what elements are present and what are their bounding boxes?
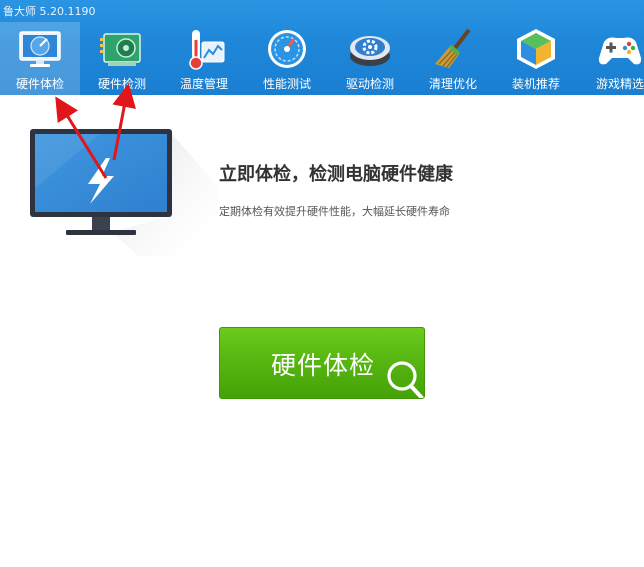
nav-label: 性能测试	[262, 77, 311, 91]
gamepad-icon	[596, 26, 644, 72]
nav-label: 硬件检测	[97, 77, 146, 91]
hero-subline: 定期体检有效提升硬件性能，大幅延长硬件寿命	[219, 205, 450, 218]
monitor-illustration	[28, 126, 218, 256]
nav-label: 游戏精选	[595, 77, 644, 91]
top-navigation-bar: 鲁大师 5.20.1190 硬件体检 硬件检测 温度管理 性能测试 驱动检测 清…	[0, 0, 644, 95]
nav-label: 温度管理	[179, 77, 228, 91]
circuit-board-icon	[98, 26, 146, 72]
nav-label: 驱动检测	[345, 77, 394, 91]
nav-label: 硬件体检	[15, 77, 64, 91]
nav-cleanup-optimize[interactable]: 清理优化	[413, 22, 493, 95]
monitor-scan-icon	[16, 26, 64, 72]
nav-game-picks[interactable]: 游戏精选	[580, 22, 644, 95]
nav-hardware-detection[interactable]: 硬件检测	[82, 22, 162, 95]
nav-build-recommend[interactable]: 装机推荐	[496, 22, 576, 95]
thermometer-icon	[180, 26, 228, 72]
broom-icon	[429, 26, 477, 72]
nav-driver-detection[interactable]: 驱动检测	[330, 22, 410, 95]
nav-temperature[interactable]: 温度管理	[164, 22, 244, 95]
magnifier-icon	[384, 358, 424, 398]
cube-icon	[512, 26, 560, 72]
driver-gear-icon	[346, 26, 394, 72]
app-title: 鲁大师 5.20.1190	[3, 5, 96, 18]
nav-label: 清理优化	[428, 77, 477, 91]
start-checkup-button[interactable]: 硬件体检	[219, 327, 425, 399]
hero-headline: 立即体检，检测电脑硬件健康	[219, 164, 453, 185]
nav-label: 装机推荐	[511, 77, 560, 91]
speedometer-icon	[263, 26, 311, 72]
nav-hardware-checkup[interactable]: 硬件体检	[0, 22, 80, 95]
nav-performance-test[interactable]: 性能测试	[247, 22, 327, 95]
